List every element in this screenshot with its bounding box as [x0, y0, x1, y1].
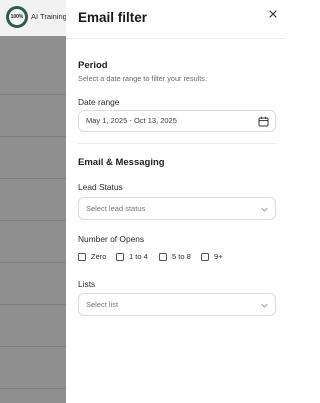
background-divider — [0, 262, 66, 263]
background-divider — [0, 220, 66, 221]
messaging-section-title: Email & Messaging — [78, 157, 165, 168]
checkbox[interactable] — [159, 252, 167, 261]
background-divider — [0, 304, 66, 305]
drawer-title: Email filter — [78, 10, 148, 25]
lists-label: Lists — [78, 279, 96, 289]
checkbox-label: 5 to 8 — [172, 252, 191, 261]
lists-placeholder: Select list — [86, 300, 119, 309]
opens-option-zero[interactable]: Zero — [78, 252, 106, 261]
date-range-picker[interactable]: May 1, 2025 - Oct 13, 2025 — [78, 110, 276, 132]
opens-option-9-plus[interactable]: 9+ — [201, 252, 223, 261]
checkbox[interactable] — [201, 252, 209, 261]
checkbox-label: Zero — [91, 252, 107, 261]
background-app-overlay[interactable]: 100% AI Training — [0, 0, 66, 403]
email-filter-drawer: Email filter Period Select a date range … — [66, 0, 285, 403]
checkbox-label: 1 to 4 — [129, 252, 148, 261]
date-range-value: May 1, 2025 - Oct 13, 2025 — [86, 116, 177, 125]
number-of-opens-label: Number of Opens — [78, 234, 145, 244]
opens-option-1-to-4[interactable]: 1 to 4 — [116, 252, 148, 261]
close-icon — [269, 10, 277, 18]
lead-status-label: Lead Status — [78, 182, 123, 192]
app-brand-name: AI Training — [31, 12, 66, 21]
date-range-label: Date range — [78, 97, 120, 107]
lead-status-select[interactable]: Select lead status — [78, 197, 276, 220]
app-logo: 100% — [6, 6, 28, 28]
close-button[interactable] — [266, 7, 280, 21]
calendar-icon — [258, 116, 269, 127]
background-divider — [0, 136, 66, 137]
background-divider — [0, 388, 66, 389]
section-divider — [78, 143, 276, 144]
background-divider — [0, 346, 66, 347]
checkbox[interactable] — [78, 252, 86, 261]
background-header: 100% AI Training — [0, 0, 66, 36]
checkbox-label: 9+ — [214, 252, 223, 261]
background-divider — [0, 178, 66, 179]
chevron-down-icon — [261, 208, 268, 212]
drawer-header: Email filter — [66, 0, 285, 39]
checkbox[interactable] — [116, 252, 124, 261]
lists-select[interactable]: Select list — [78, 293, 276, 316]
chevron-down-icon — [261, 304, 268, 308]
opens-option-5-to-8[interactable]: 5 to 8 — [159, 252, 191, 261]
period-section-title: Period — [78, 60, 108, 71]
background-divider — [0, 94, 66, 95]
period-section-description: Select a date range to filter your resul… — [78, 74, 207, 83]
lead-status-placeholder: Select lead status — [86, 204, 146, 213]
